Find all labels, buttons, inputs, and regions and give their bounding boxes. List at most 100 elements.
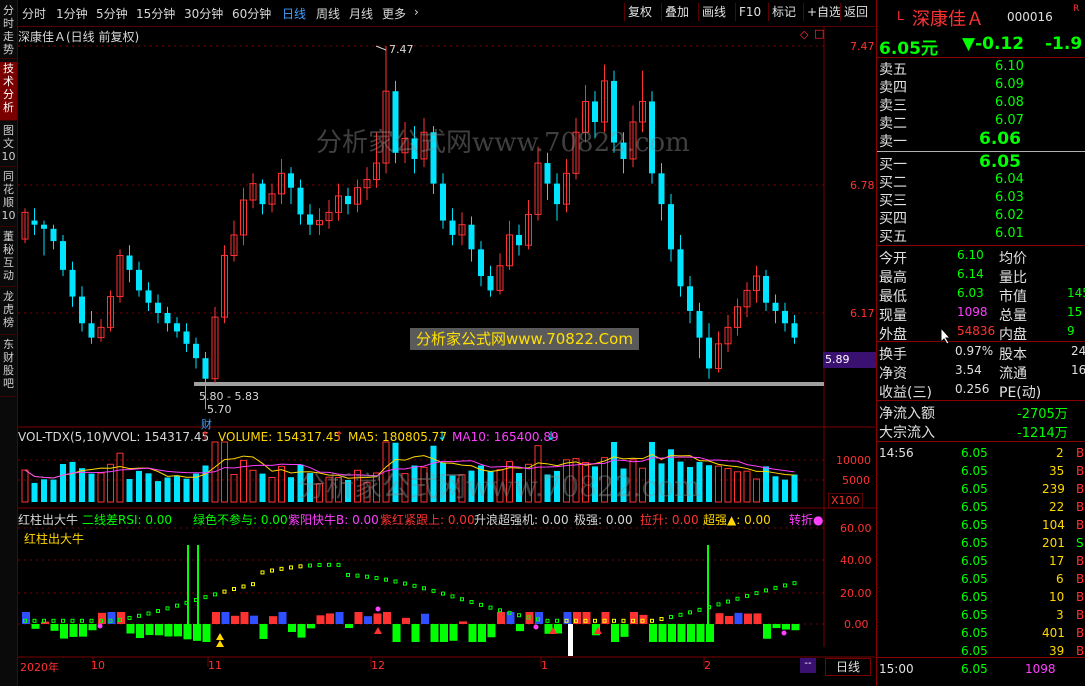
- stat-value: 0.256: [955, 382, 990, 396]
- sidebar-item-dongmi[interactable]: 董秘互动: [0, 230, 17, 287]
- candle-body: [126, 255, 133, 270]
- watermark-bottom: 分析家公式网www.70822.com: [298, 470, 701, 503]
- indicator-bar: [288, 624, 296, 633]
- stat-label: 净资: [879, 366, 907, 382]
- indicator-bar: [164, 624, 173, 637]
- stat-value: 0.97%: [955, 344, 994, 358]
- tick-price: 6.05: [961, 464, 988, 478]
- add-watchlist-button[interactable]: +自选: [803, 3, 844, 21]
- diamond-icon[interactable]: ◇: [800, 28, 808, 41]
- indicator-bar: [335, 612, 344, 624]
- volume-bar: [107, 463, 114, 503]
- period-daily[interactable]: 日线: [282, 5, 306, 22]
- stat-label: 最低: [879, 289, 907, 305]
- sidebar-item-intraday[interactable]: 分时走势: [0, 4, 17, 59]
- arrow-up-icon: ↑: [200, 429, 211, 443]
- candle-body: [706, 337, 712, 369]
- period-weekly[interactable]: 周线: [316, 5, 340, 22]
- indicator-bar: [706, 624, 714, 642]
- tick-price: 6.05: [961, 626, 988, 640]
- ask-price: 6.08: [995, 95, 1024, 110]
- stat-value: 6.03: [957, 286, 984, 300]
- candle-body: [345, 195, 351, 205]
- period-30min[interactable]: 30分钟: [184, 5, 223, 22]
- volume-bar: [50, 479, 57, 502]
- tick-volume: 401: [1042, 626, 1065, 640]
- indicator-dot: [764, 588, 768, 593]
- sidebar-item-ths[interactable]: 同花顺10: [0, 170, 17, 227]
- period-intraday[interactable]: 分时: [22, 5, 46, 22]
- last-tick-time: 15:00: [879, 662, 914, 676]
- candle-body: [658, 173, 665, 205]
- period-more[interactable]: 更多: [382, 5, 406, 22]
- indicator-dot: [431, 588, 436, 593]
- indicator-dot: [678, 612, 683, 617]
- sidebar-item-technical[interactable]: 技术分析: [0, 62, 17, 121]
- volume-bar: [155, 481, 161, 502]
- ask-price: 6.06: [979, 129, 1021, 149]
- indicator-dot: [270, 568, 274, 573]
- candle-body: [79, 296, 85, 324]
- indicator-bar: [497, 612, 505, 624]
- sidebar-item-dragon[interactable]: 龙虎榜: [0, 290, 17, 335]
- indicator-dot: [659, 617, 664, 622]
- chevron-right-icon[interactable]: ›: [414, 5, 419, 19]
- last-tick-volume: 1098: [1025, 662, 1056, 676]
- flow-value: -1214万: [1017, 426, 1068, 441]
- ind-name[interactable]: 红柱出大牛: [18, 511, 78, 528]
- indicator-dot: [241, 584, 246, 589]
- indicator-bar: [202, 624, 211, 642]
- x-axis-month: 12: [371, 659, 385, 672]
- indicator-dot: [289, 565, 293, 570]
- indicator-bar: [658, 624, 667, 642]
- restore-rights-button[interactable]: 复权: [624, 3, 655, 21]
- close-icon[interactable]: □: [814, 27, 824, 40]
- tick-price: 6.05: [961, 536, 988, 550]
- period-15min[interactable]: 15分钟: [136, 5, 175, 22]
- period-5min[interactable]: 5分钟: [96, 5, 128, 22]
- volume-bar: [724, 468, 732, 503]
- candle-body: [592, 101, 598, 122]
- turn-dot: [533, 624, 539, 630]
- sidebar-item-graphic[interactable]: 图文10: [0, 124, 17, 167]
- candle-body: [487, 276, 494, 291]
- volume-bar: [31, 482, 38, 502]
- overlay-button[interactable]: 叠加: [661, 3, 692, 21]
- tick-price: 6.05: [961, 590, 988, 604]
- stock-name: 深康佳Ａ: [912, 9, 984, 30]
- arrow-down-icon: ↓: [546, 429, 557, 443]
- vol-tick-1: 10000: [836, 454, 871, 467]
- indicator-bar: [31, 624, 40, 629]
- x-axis-year: 2020年: [20, 661, 59, 674]
- sidebar-item-guba[interactable]: 东财股吧: [0, 338, 17, 397]
- ask-price: 6.07: [995, 113, 1024, 128]
- period-60min[interactable]: 60分钟: [232, 5, 271, 22]
- indicator-dot: [745, 593, 749, 598]
- tick-volume: 6: [1056, 572, 1064, 586]
- period-dash[interactable]: --: [800, 658, 816, 673]
- ask-level-label: 卖四: [879, 80, 907, 96]
- back-button[interactable]: 返回: [840, 3, 871, 21]
- tick-side: B: [1076, 518, 1085, 532]
- draw-line-button[interactable]: 画线: [698, 3, 729, 21]
- candle-body: [193, 343, 199, 359]
- vol-indicator-name[interactable]: VOL-TDX(5,10): [18, 430, 106, 444]
- indicator-bar: [734, 612, 743, 624]
- period-1min[interactable]: 1分钟: [56, 5, 88, 22]
- candle-body: [41, 224, 47, 229]
- period-monthly[interactable]: 月线: [349, 5, 373, 22]
- ind-purple: 紫阳快牛B: 0.00: [288, 513, 379, 527]
- indicator-dot: [32, 618, 37, 623]
- mark-button[interactable]: 标记: [768, 3, 799, 21]
- indicator-bar: [88, 624, 97, 631]
- indicator-dot: [688, 610, 692, 615]
- f10-button[interactable]: F10: [735, 3, 764, 21]
- indicator-dot: [773, 585, 778, 590]
- chart-area[interactable]: 深康佳Ａ(日线 前复权) ◇ □ 7.47 5.80 - 5.83 5.70 财…: [18, 27, 877, 686]
- flow-value: -2705万: [1017, 407, 1068, 422]
- tick-volume: 22: [1049, 500, 1065, 514]
- period-tab-daily[interactable]: 日线: [825, 658, 871, 676]
- bid-price: 6.01: [995, 226, 1024, 241]
- indicator-bar: [373, 613, 382, 624]
- tick-side: B: [1076, 644, 1085, 658]
